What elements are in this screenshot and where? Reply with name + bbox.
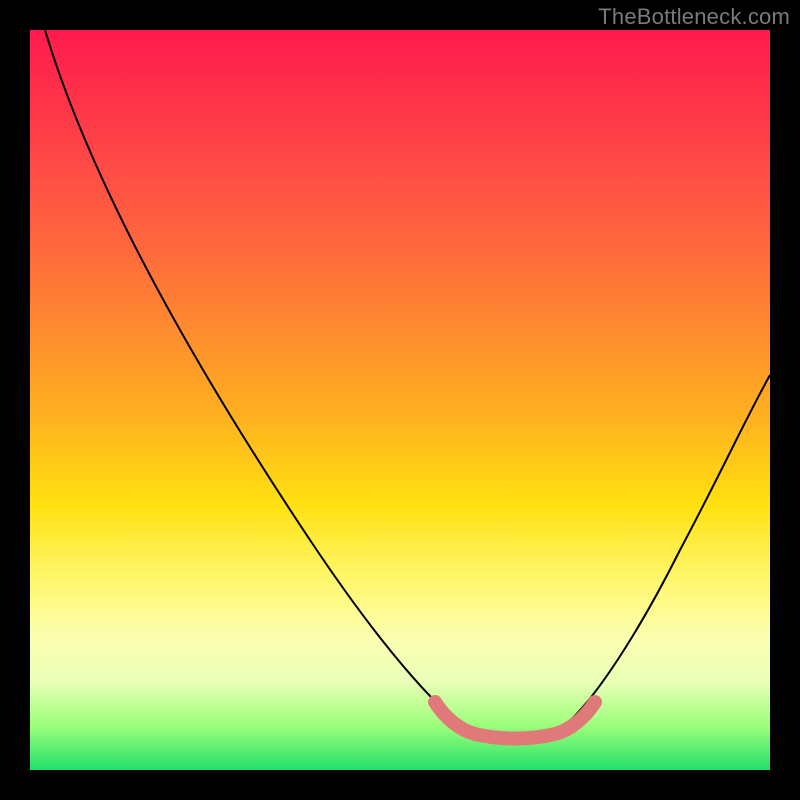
outer-frame: TheBottleneck.com xyxy=(0,0,800,800)
chart-svg xyxy=(30,30,770,770)
watermark-text: TheBottleneck.com xyxy=(598,4,790,30)
optimal-band xyxy=(435,702,595,739)
bottleneck-curve xyxy=(45,30,770,734)
gradient-plot-area xyxy=(30,30,770,770)
